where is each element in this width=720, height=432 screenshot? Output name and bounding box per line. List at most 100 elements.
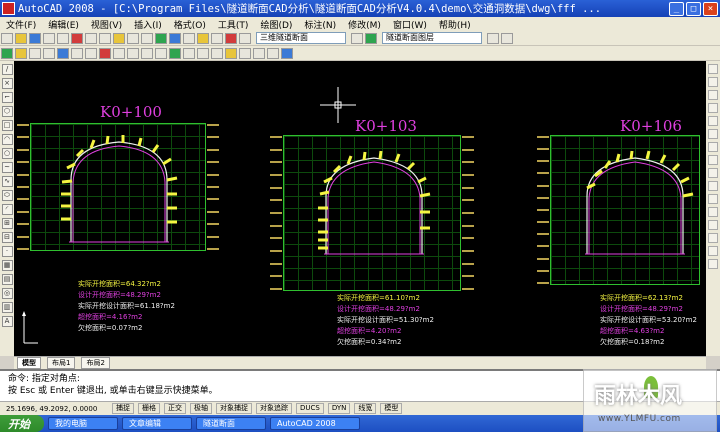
dim-style-icon[interactable] (501, 32, 513, 44)
polyline-icon[interactable]: ⌐ (1, 92, 13, 103)
rectangle-icon[interactable]: □ (1, 120, 13, 131)
region-icon[interactable]: ◎ (1, 288, 13, 299)
lineweight-toggle[interactable]: 线宽 (354, 403, 377, 414)
explode-icon[interactable] (708, 259, 718, 269)
task-my-computer[interactable]: 我的电脑 (48, 417, 118, 430)
move-icon[interactable] (708, 129, 718, 139)
mirror-icon[interactable] (708, 90, 718, 100)
join-icon[interactable] (708, 220, 718, 230)
save-icon[interactable] (29, 32, 41, 44)
menu-file[interactable]: 文件(F) (0, 18, 42, 31)
linetype-icon[interactable] (71, 47, 83, 59)
hatch-icon[interactable]: ▦ (1, 260, 13, 271)
menu-window[interactable]: 窗口(W) (387, 18, 433, 31)
quick-dimension-icon[interactable] (169, 47, 181, 59)
dim-text-edit-icon[interactable] (267, 47, 279, 59)
tab-layout2[interactable]: 布局2 (81, 357, 110, 369)
construction-line-icon[interactable]: × (1, 78, 13, 89)
line-icon[interactable]: / (1, 64, 13, 75)
layer-manager-icon[interactable] (1, 47, 13, 59)
array-icon[interactable] (708, 116, 718, 126)
menu-modify[interactable]: 修改(M) (342, 18, 387, 31)
layer-state-icon[interactable] (365, 32, 377, 44)
osnap-toggle[interactable]: 对象捕捉 (216, 403, 252, 414)
circle-icon[interactable]: ○ (1, 148, 13, 159)
trim-icon[interactable] (708, 181, 718, 191)
model-toggle[interactable]: 模型 (380, 403, 403, 414)
make-block-icon[interactable]: ⊟ (1, 232, 13, 243)
ducs-toggle[interactable]: DUCS (296, 403, 324, 414)
menu-view[interactable]: 视图(V) (85, 18, 128, 31)
extend-icon[interactable] (708, 194, 718, 204)
menu-tools[interactable]: 工具(T) (212, 18, 255, 31)
copy-object-icon[interactable] (708, 77, 718, 87)
task-autocad[interactable]: AutoCAD 2008 (270, 417, 360, 430)
chamfer-icon[interactable] (708, 233, 718, 243)
task-tunnel-section[interactable]: 隧道断面 (196, 417, 266, 430)
multiline-text-icon[interactable]: A (1, 316, 13, 327)
dimension-aligned-icon[interactable] (127, 47, 139, 59)
continue-icon[interactable] (197, 47, 209, 59)
dyn-toggle[interactable]: DYN (327, 403, 351, 414)
ellipse-icon[interactable]: ⬭ (1, 190, 13, 201)
text-style-icon[interactable] (487, 32, 499, 44)
lock-icon[interactable] (43, 47, 55, 59)
dim-update-icon[interactable] (281, 47, 293, 59)
menu-draw[interactable]: 绘图(D) (254, 18, 298, 31)
gradient-icon[interactable]: ▤ (1, 274, 13, 285)
open-folder-icon[interactable] (15, 32, 27, 44)
tab-model[interactable]: 模型 (17, 357, 41, 369)
minimize-button[interactable]: _ (669, 1, 684, 16)
snap-toggle[interactable]: 捕捉 (112, 403, 134, 414)
zoom-previous-icon[interactable] (183, 32, 195, 44)
insert-block-icon[interactable]: ⊞ (1, 218, 13, 229)
tool-palettes-icon[interactable] (225, 32, 237, 44)
color-swatch-icon[interactable] (57, 47, 69, 59)
revision-cloud-icon[interactable]: ~ (1, 162, 13, 173)
copy-icon[interactable] (85, 32, 97, 44)
task-article-edit[interactable]: 文章编辑 (122, 417, 192, 430)
polar-toggle[interactable]: 极轴 (190, 403, 212, 414)
tab-layout1[interactable]: 布局1 (47, 357, 76, 369)
zoom-icon[interactable] (169, 32, 181, 44)
pan-icon[interactable] (155, 32, 167, 44)
maximize-button[interactable]: □ (686, 1, 701, 16)
redo-icon[interactable] (141, 32, 153, 44)
ortho-toggle[interactable]: 正交 (164, 403, 186, 414)
layer-tool-icon[interactable] (351, 32, 363, 44)
baseline-icon[interactable] (183, 47, 195, 59)
lineweight-icon[interactable] (85, 47, 97, 59)
calculator-icon[interactable] (239, 32, 251, 44)
rotate-icon[interactable] (708, 142, 718, 152)
dimension-angle-icon[interactable] (155, 47, 167, 59)
scale-icon[interactable] (708, 155, 718, 165)
lightbulb-icon[interactable] (15, 47, 27, 59)
ellipse-arc-icon[interactable]: ◜ (1, 204, 13, 215)
grid-toggle[interactable]: 栅格 (138, 403, 160, 414)
preview-icon[interactable] (57, 32, 69, 44)
paste-icon[interactable] (99, 32, 111, 44)
match-properties-icon[interactable] (113, 32, 125, 44)
design-center-icon[interactable] (211, 32, 223, 44)
menu-format[interactable]: 格式(O) (168, 18, 212, 31)
tolerance-icon[interactable] (225, 47, 237, 59)
menu-insert[interactable]: 插入(I) (128, 18, 168, 31)
dimension-linear-icon[interactable] (113, 47, 125, 59)
undo-icon[interactable] (127, 32, 139, 44)
style-combo[interactable]: 隧道断面图层 (382, 32, 482, 44)
otrack-toggle[interactable]: 对象追踪 (256, 403, 292, 414)
menu-edit[interactable]: 编辑(E) (42, 18, 85, 31)
start-button[interactable]: 开始 (0, 415, 44, 432)
print-icon[interactable] (43, 32, 55, 44)
erase-icon[interactable] (708, 64, 718, 74)
dimension-radius-icon[interactable] (141, 47, 153, 59)
offset-icon[interactable] (708, 103, 718, 113)
leader-icon[interactable] (211, 47, 223, 59)
fillet-icon[interactable] (708, 246, 718, 256)
new-file-icon[interactable] (1, 32, 13, 44)
table-icon[interactable]: ▥ (1, 302, 13, 313)
sun-icon[interactable] (29, 47, 41, 59)
stretch-icon[interactable] (708, 168, 718, 178)
drawing-canvas[interactable]: K0+100 实际开挖面积=64.32?m2 设计开挖面积=48.29?m2 实… (14, 61, 706, 356)
cut-icon[interactable] (71, 32, 83, 44)
